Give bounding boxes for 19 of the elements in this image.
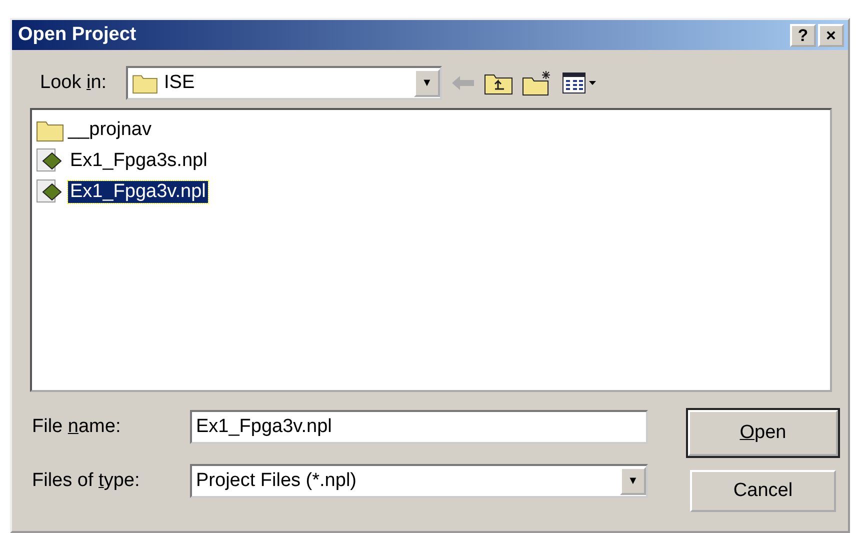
dropdown-arrow-button[interactable]: ▼: [620, 467, 646, 495]
look-in-label: Look in:: [40, 72, 108, 94]
view-menu-icon[interactable]: [562, 72, 598, 94]
cancel-button[interactable]: Cancel: [690, 470, 836, 512]
close-button[interactable]: ×: [818, 24, 844, 46]
folder-icon: [132, 72, 158, 94]
file-name-field[interactable]: Ex1_Fpga3v.npl: [190, 410, 648, 444]
window-title: Open Project: [18, 24, 136, 46]
file-type-dropdown[interactable]: Project Files (*.npl) ▼: [190, 464, 648, 498]
help-button[interactable]: ?: [790, 24, 816, 46]
file-type-label: Files of type:: [32, 470, 141, 492]
file-name-label: File name:: [32, 416, 122, 438]
look-in-dropdown[interactable]: ISE ▼: [126, 66, 442, 100]
look-in-value: ISE: [164, 72, 195, 94]
open-button[interactable]: Open: [688, 410, 838, 456]
file-item[interactable]: Ex1_Fpga3v.npl: [68, 180, 208, 202]
file-item[interactable]: Ex1_Fpga3s.npl: [68, 150, 210, 172]
file-item[interactable]: __projnav: [66, 118, 154, 140]
dropdown-arrow-button[interactable]: ▼: [414, 69, 440, 97]
